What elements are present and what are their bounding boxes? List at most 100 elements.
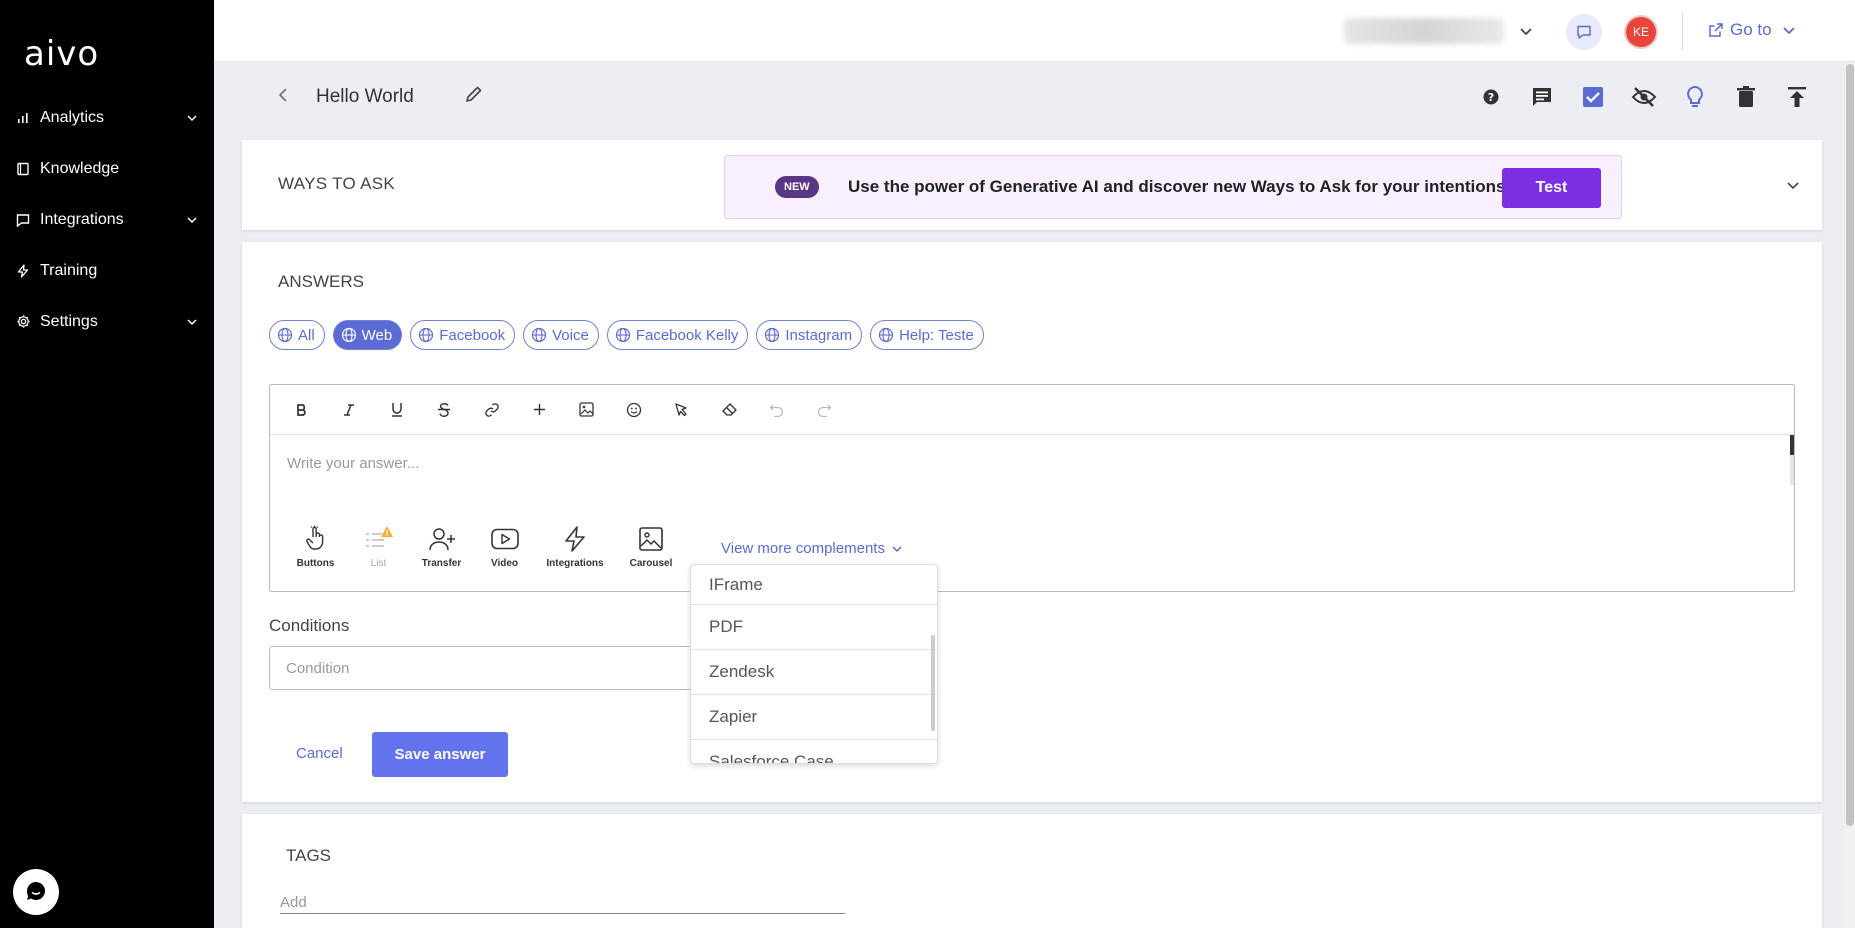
gear-icon <box>14 313 32 331</box>
book-icon <box>14 160 32 178</box>
dropdown-item-zendesk[interactable]: Zendesk <box>691 650 937 695</box>
editor-scrollbar[interactable] <box>1790 455 1794 485</box>
channel-chip-help-teste[interactable]: Help: Teste <box>870 320 984 350</box>
chip-label: Voice <box>552 326 589 344</box>
message-icon <box>1577 25 1591 39</box>
italic-icon <box>344 403 355 416</box>
chat-launcher-button[interactable] <box>13 869 59 915</box>
link-button[interactable] <box>468 395 516 425</box>
complement-video[interactable]: Video <box>473 522 536 569</box>
undo-button[interactable] <box>753 395 801 425</box>
aivo-logo[interactable]: aivo <box>24 34 99 74</box>
italic-button[interactable] <box>326 395 374 425</box>
visibility-button[interactable] <box>1618 82 1669 112</box>
channel-chip-instagram[interactable]: Instagram <box>756 320 863 350</box>
avatar[interactable]: KE <box>1624 15 1658 49</box>
approve-button[interactable] <box>1567 82 1618 112</box>
cursor-button[interactable] <box>658 395 706 425</box>
test-button[interactable]: Test <box>1502 168 1601 208</box>
complement-list[interactable]: List <box>347 522 410 569</box>
tags-input[interactable]: Add <box>280 884 845 914</box>
scrollbar-thumb[interactable] <box>1846 64 1854 826</box>
new-badge: NEW <box>775 176 819 198</box>
lightning-icon <box>565 526 585 552</box>
view-more-label: View more complements <box>721 540 885 557</box>
complement-carousel[interactable]: Carousel <box>614 522 688 569</box>
section-title: TAGS <box>286 846 332 865</box>
image-icon <box>639 527 663 551</box>
complement-label: List <box>370 558 387 569</box>
chevron-down-icon[interactable] <box>1519 24 1533 38</box>
help-circle-icon: ? <box>1483 89 1498 105</box>
dropdown-item-iframe[interactable]: IFrame <box>691 565 937 605</box>
complement-buttons[interactable]: Buttons <box>284 522 347 569</box>
chevron-down-icon <box>187 216 197 223</box>
chevron-down-icon <box>187 114 197 121</box>
page-scrollbar[interactable] <box>1845 62 1855 928</box>
eye-off-icon <box>1631 87 1656 107</box>
dropdown-item-salesforce-case[interactable]: Salesforce Case <box>691 740 937 763</box>
banner-text: Use the power of Generative AI and disco… <box>848 177 1511 196</box>
globe-icon <box>532 327 547 343</box>
answer-textarea[interactable]: Write your answer... <box>287 455 419 472</box>
goto-label: Go to <box>1730 20 1772 39</box>
chevron-down-icon <box>892 545 902 552</box>
dropdown-scrollbar[interactable] <box>931 635 935 731</box>
chip-label: Facebook Kelly <box>635 326 739 344</box>
complement-label: Integrations <box>546 558 604 569</box>
chevron-left-icon[interactable] <box>276 87 290 103</box>
complement-integrations[interactable]: Integrations <box>536 522 614 569</box>
save-answer-button[interactable]: Save answer <box>372 732 508 777</box>
answer-editor: Write your answer... Buttons List Transf… <box>269 384 1795 592</box>
section-title: WAYS TO ASK <box>278 174 395 193</box>
sidebar-item-training[interactable]: Training <box>0 245 214 296</box>
suggestions-button[interactable] <box>1669 82 1720 112</box>
sidebar-item-settings[interactable]: Settings <box>0 296 214 347</box>
chevron-down-icon <box>187 318 197 325</box>
strikethrough-button[interactable] <box>421 395 469 425</box>
channel-chip-facebook[interactable]: Facebook <box>410 320 516 350</box>
eraser-icon <box>722 403 737 416</box>
cancel-button[interactable]: Cancel <box>296 745 343 762</box>
sidebar-item-label: Settings <box>40 312 98 330</box>
chip-label: Facebook <box>439 326 506 344</box>
account-selector-blurred[interactable] <box>1344 18 1504 44</box>
delete-button[interactable] <box>1720 82 1771 112</box>
redo-button[interactable] <box>801 395 849 425</box>
sidebar-item-analytics[interactable]: Analytics <box>0 92 214 143</box>
channel-chip-web[interactable]: Web <box>332 320 403 350</box>
editor-toolbar <box>270 385 1794 435</box>
clear-format-button[interactable] <box>706 395 754 425</box>
external-link-icon <box>1709 23 1723 37</box>
sidebar-item-integrations[interactable]: Integrations <box>0 194 214 245</box>
goto-menu[interactable]: Go to <box>1708 20 1796 40</box>
dropdown-item-zapier[interactable]: Zapier <box>691 695 937 740</box>
cursor-icon <box>675 403 687 417</box>
underline-button[interactable] <box>373 395 421 425</box>
comments-button[interactable] <box>1516 82 1567 112</box>
divider <box>1682 12 1683 50</box>
emoji-button[interactable] <box>611 395 659 425</box>
bold-button[interactable] <box>278 395 326 425</box>
view-more-complements[interactable]: View more complements <box>721 540 903 557</box>
lightning-icon <box>14 262 32 280</box>
chip-label: Instagram <box>785 326 853 344</box>
globe-icon <box>419 327 434 343</box>
chevron-down-icon[interactable] <box>1786 178 1800 192</box>
publish-button[interactable] <box>1771 82 1822 112</box>
help-button[interactable]: ? <box>1465 82 1516 112</box>
channel-chip-all[interactable]: All <box>269 320 325 350</box>
channel-chip-voice[interactable]: Voice <box>523 320 599 350</box>
trash-icon <box>1736 86 1755 107</box>
dropdown-item-pdf[interactable]: PDF <box>691 605 937 650</box>
message-square-icon <box>14 211 32 229</box>
sidebar-item-knowledge[interactable]: Knowledge <box>0 143 214 194</box>
complement-transfer[interactable]: Transfer <box>410 522 473 569</box>
condition-input[interactable]: Condition <box>269 646 745 690</box>
messages-button[interactable] <box>1566 14 1602 50</box>
pencil-icon[interactable] <box>464 84 484 104</box>
image-button[interactable] <box>563 395 611 425</box>
complement-label: Carousel <box>629 558 673 569</box>
insert-button[interactable] <box>516 395 564 425</box>
channel-chip-facebook-kelly[interactable]: Facebook Kelly <box>606 320 749 350</box>
